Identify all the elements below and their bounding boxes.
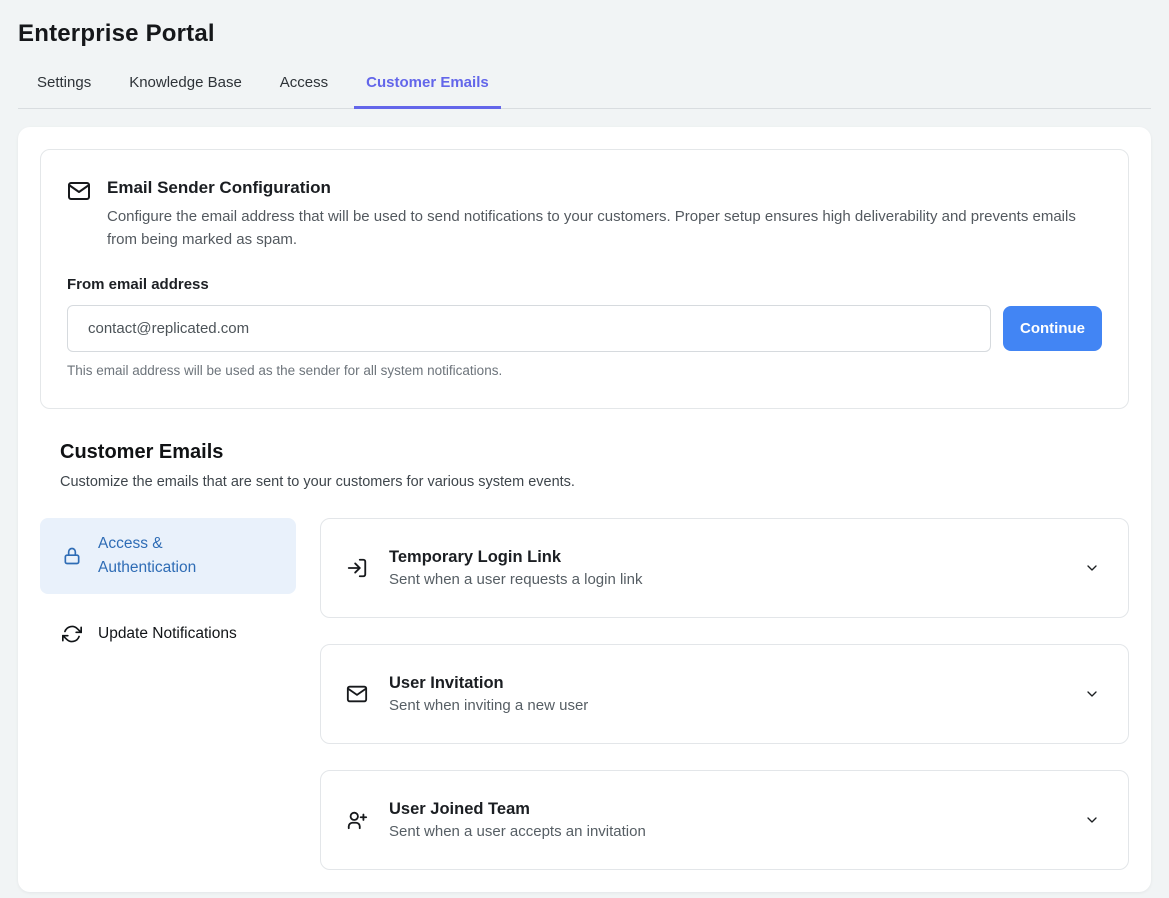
tab-settings[interactable]: Settings <box>33 70 95 108</box>
email-subtitle: Sent when a user accepts an invitation <box>389 823 1073 840</box>
sidebar-item-label: Update Notifications <box>98 622 237 646</box>
refresh-icon <box>62 624 82 644</box>
chevron-down-icon[interactable] <box>1084 560 1100 576</box>
sidebar-item-access-authentication[interactable]: Access & Authentication <box>40 518 296 594</box>
email-accordion-list: Temporary Login Link Sent when a user re… <box>320 518 1129 870</box>
chevron-down-icon[interactable] <box>1084 812 1100 828</box>
page-title: Enterprise Portal <box>18 20 1151 48</box>
continue-button[interactable]: Continue <box>1003 306 1102 351</box>
sidebar-item-label: Access & Authentication <box>98 532 258 580</box>
from-email-input[interactable] <box>67 305 991 352</box>
config-description: Configure the email address that will be… <box>107 205 1087 252</box>
accordion-user-joined-team[interactable]: User Joined Team Sent when a user accept… <box>320 770 1129 870</box>
email-title: User Joined Team <box>389 800 1073 819</box>
login-icon <box>346 557 368 579</box>
email-title: Temporary Login Link <box>389 548 1073 567</box>
mail-icon <box>346 683 368 705</box>
config-title: Email Sender Configuration <box>107 178 1087 198</box>
category-sidebar: Access & Authentication Update Notificat… <box>40 518 296 870</box>
customer-emails-description: Customize the emails that are sent to yo… <box>60 474 1129 490</box>
tab-knowledge-base[interactable]: Knowledge Base <box>125 70 246 108</box>
sidebar-item-update-notifications[interactable]: Update Notifications <box>40 618 296 650</box>
accordion-user-invitation[interactable]: User Invitation Sent when inviting a new… <box>320 644 1129 744</box>
chevron-down-icon[interactable] <box>1084 686 1100 702</box>
email-subtitle: Sent when a user requests a login link <box>389 571 1073 588</box>
page: Enterprise Portal Settings Knowledge Bas… <box>0 0 1169 892</box>
email-helper-text: This email address will be used as the s… <box>67 363 1102 378</box>
lock-icon <box>62 546 82 566</box>
tab-customer-emails[interactable]: Customer Emails <box>362 70 493 108</box>
email-subtitle: Sent when inviting a new user <box>389 697 1073 714</box>
from-email-label: From email address <box>67 276 1102 293</box>
email-title: User Invitation <box>389 674 1073 693</box>
accordion-temporary-login-link[interactable]: Temporary Login Link Sent when a user re… <box>320 518 1129 618</box>
user-plus-icon <box>346 809 368 831</box>
email-sender-config-card: Email Sender Configuration Configure the… <box>40 149 1129 409</box>
tab-bar: Settings Knowledge Base Access Customer … <box>18 70 1151 109</box>
content-card: Email Sender Configuration Configure the… <box>18 127 1151 892</box>
customer-emails-title: Customer Emails <box>60 441 1129 464</box>
tab-access[interactable]: Access <box>276 70 332 108</box>
mail-icon <box>67 178 91 203</box>
